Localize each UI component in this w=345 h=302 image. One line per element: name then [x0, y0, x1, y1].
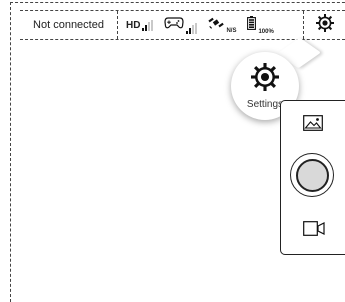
remote-signal-bars	[186, 23, 198, 34]
remote-controller-status[interactable]	[164, 16, 198, 34]
status-bar: Not connected HD N/S 100%	[20, 10, 345, 40]
image-icon[interactable]	[303, 115, 323, 136]
satellite-icon	[208, 16, 225, 34]
video-link-status[interactable]: HD	[126, 19, 154, 31]
video-camera-icon[interactable]	[303, 221, 325, 241]
shutter-button-inner	[295, 158, 329, 192]
battery-percentage: 100%	[258, 28, 274, 35]
signal-status-group: HD N/S 100%	[118, 11, 304, 39]
video-link-label: HD	[126, 19, 141, 31]
gps-status[interactable]: N/S	[208, 16, 236, 34]
battery-icon	[247, 15, 257, 35]
battery-status[interactable]: 100%	[247, 15, 274, 35]
camera-control-panel	[280, 100, 345, 255]
gear-icon	[251, 62, 279, 96]
gear-icon	[315, 13, 334, 37]
shutter-button[interactable]	[290, 153, 334, 197]
gps-status-text: N/S	[226, 28, 237, 34]
controller-icon	[164, 16, 185, 34]
video-link-signal-bars	[142, 19, 154, 31]
connection-status[interactable]: Not connected	[20, 11, 118, 39]
connection-status-text: Not connected	[33, 19, 104, 31]
settings-button[interactable]	[304, 11, 345, 39]
settings-callout-label: Settings	[246, 98, 284, 110]
